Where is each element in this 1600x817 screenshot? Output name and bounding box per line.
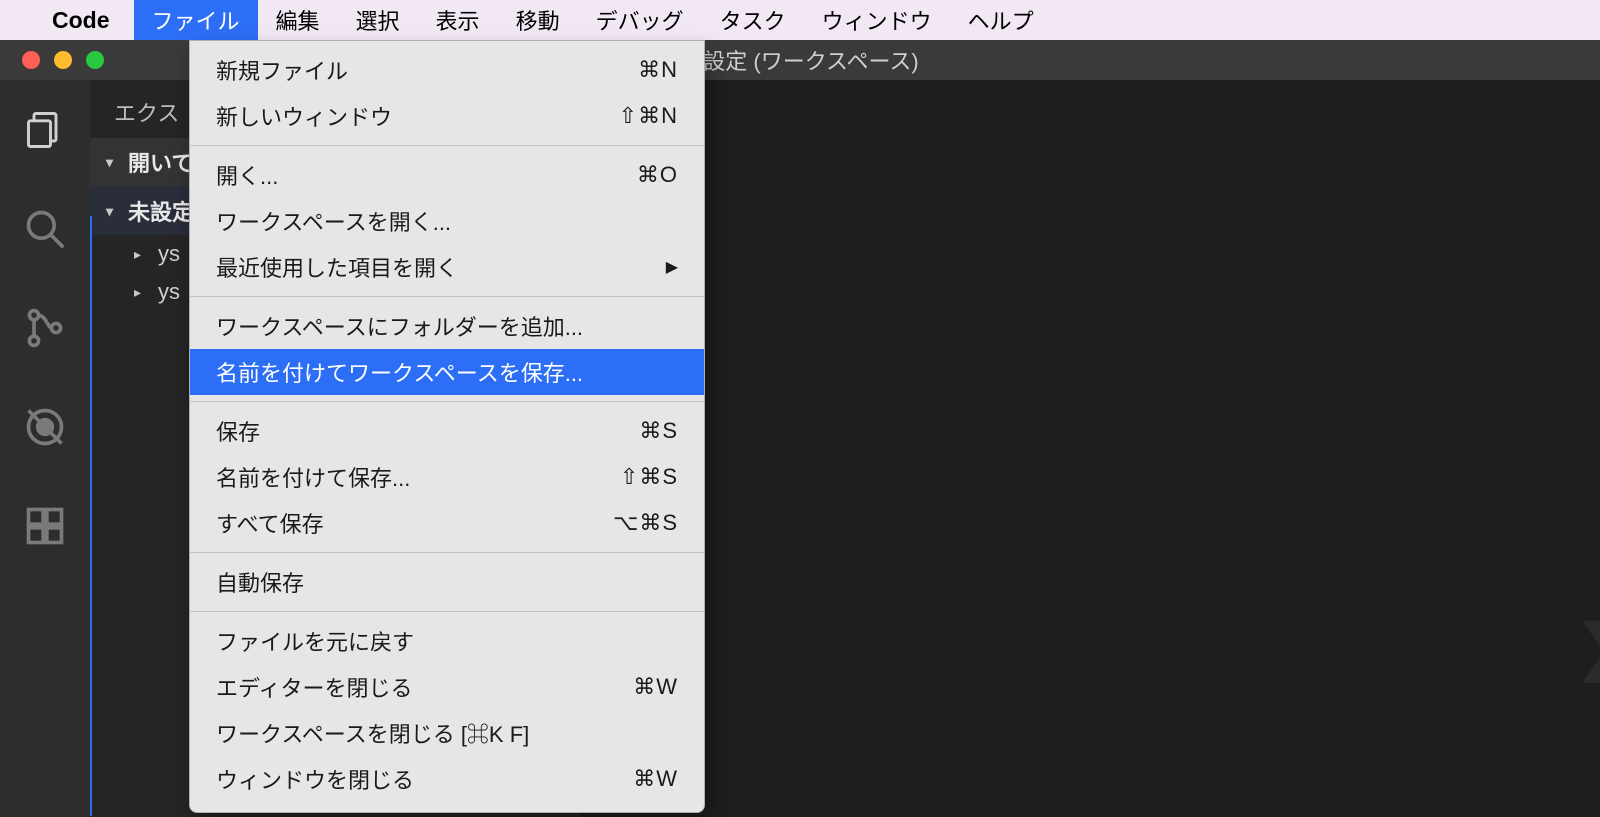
menu-item[interactable]: ファイルを元に戻す <box>190 618 704 664</box>
menu-edit[interactable]: 編集 <box>258 0 338 40</box>
scm-icon[interactable] <box>23 306 67 355</box>
menu-item-shortcut: ⌥⌘S <box>613 510 678 536</box>
menu-item[interactable]: 名前を付けて保存... ⇧⌘S <box>190 454 704 500</box>
chevron-down-icon: ▾ <box>106 203 120 220</box>
zoom-window-button[interactable] <box>86 51 104 69</box>
menu-item-label: 開く... <box>216 159 278 191</box>
watermark-chevron-icon: › <box>1577 591 1590 687</box>
menu-item[interactable]: すべて保存 ⌥⌘S <box>190 500 704 546</box>
menu-item-shortcut: ⌘W <box>633 674 678 700</box>
tree-item-label: ys <box>158 241 180 267</box>
chevron-right-icon: ▸ <box>134 246 148 263</box>
menu-item-label: すべて保存 <box>216 507 324 539</box>
menu-item-label: 新しいウィンドウ <box>216 100 392 132</box>
menu-item[interactable]: 新規ファイル ⌘N <box>190 47 704 93</box>
window-controls <box>0 51 104 69</box>
search-icon[interactable] <box>23 207 67 256</box>
editor-area: › <box>580 80 1600 817</box>
menu-selection[interactable]: 選択 <box>338 0 418 40</box>
activity-bar <box>0 80 90 817</box>
menu-item-label: ウィンドウを閉じる <box>216 763 414 795</box>
menu-item[interactable]: 新しいウィンドウ ⇧⌘N <box>190 93 704 139</box>
menu-item-label: ワークスペースにフォルダーを追加... <box>216 310 583 342</box>
menu-separator <box>190 552 704 553</box>
menu-view[interactable]: 表示 <box>418 0 498 40</box>
menu-go[interactable]: 移動 <box>498 0 578 40</box>
menu-help[interactable]: ヘルプ <box>950 0 1052 40</box>
app-name[interactable]: Code <box>52 7 110 34</box>
menu-item-shortcut: ⌘S <box>639 418 678 444</box>
menu-item-label: 名前を付けて保存... <box>216 461 410 493</box>
menu-item-label: エディターを閉じる <box>216 671 412 703</box>
menu-tasks[interactable]: タスク <box>702 0 804 40</box>
menu-item[interactable]: 最近使用した項目を開く ▶ <box>190 244 704 290</box>
chevron-down-icon: ▾ <box>106 154 120 171</box>
tree-item-label: ys <box>158 279 180 305</box>
menu-item[interactable]: ワークスペースを開く... <box>190 198 704 244</box>
menu-item-label: ファイルを元に戻す <box>216 625 414 657</box>
menu-item[interactable]: ワークスペースを閉じる [⌘K F] <box>190 710 704 756</box>
submenu-arrow-icon: ▶ <box>666 257 678 277</box>
section-label: 開いて <box>128 146 193 178</box>
menu-item-label: 自動保存 <box>216 566 304 598</box>
menu-file[interactable]: ファイル <box>134 0 258 40</box>
menu-item[interactable]: 開く... ⌘O <box>190 152 704 198</box>
menu-item-label: 新規ファイル <box>216 54 348 86</box>
menu-item-label: 最近使用した項目を開く <box>216 251 458 283</box>
menu-item-shortcut: ⇧⌘S <box>620 464 678 490</box>
menu-window[interactable]: ウィンドウ <box>804 0 950 40</box>
file-menu-dropdown: 新規ファイル ⌘N 新しいウィンドウ ⇧⌘N 開く... ⌘O ワークスペースを開く... 最… <box>189 40 705 813</box>
menu-item-label: ワークスペースを閉じる [⌘K F] <box>216 717 529 749</box>
section-label: 未設定 <box>128 195 194 227</box>
close-window-button[interactable] <box>22 51 40 69</box>
menu-item-shortcut: ⌘W <box>633 766 678 792</box>
menu-item[interactable]: 自動保存 <box>190 559 704 605</box>
menu-item-label: ワークスペースを開く... <box>216 205 451 237</box>
menu-separator <box>190 611 704 612</box>
menu-item-label: 名前を付けてワークスペースを保存... <box>216 356 583 388</box>
menu-separator <box>190 145 704 146</box>
minimize-window-button[interactable] <box>54 51 72 69</box>
extensions-icon[interactable] <box>23 504 67 553</box>
menu-item-shortcut: ⇧⌘N <box>619 103 678 129</box>
mac-menubar: Code ファイル 編集 選択 表示 移動 デバッグ タスク ウィンドウ ヘルプ <box>0 0 1600 40</box>
explorer-icon[interactable] <box>23 108 67 157</box>
menu-separator <box>190 401 704 402</box>
menu-debug[interactable]: デバッグ <box>578 0 702 40</box>
menu-item-shortcut: ⌘N <box>638 57 678 83</box>
menu-item[interactable]: ワークスペースにフォルダーを追加... <box>190 303 704 349</box>
menu-item[interactable]: ウィンドウを閉じる ⌘W <box>190 756 704 802</box>
menu-item[interactable]: 保存 ⌘S <box>190 408 704 454</box>
menu-separator <box>190 296 704 297</box>
menu-item-shortcut: ⌘O <box>637 162 678 188</box>
menu-item[interactable]: エディターを閉じる ⌘W <box>190 664 704 710</box>
window-title: 未設定 (ワークスペース) <box>681 44 918 76</box>
menu-item-label: 保存 <box>216 415 260 447</box>
chevron-right-icon: ▸ <box>134 284 148 301</box>
selection-indicator <box>90 216 92 816</box>
menu-item[interactable]: 名前を付けてワークスペースを保存... <box>190 349 704 395</box>
debug-icon[interactable] <box>23 405 67 454</box>
